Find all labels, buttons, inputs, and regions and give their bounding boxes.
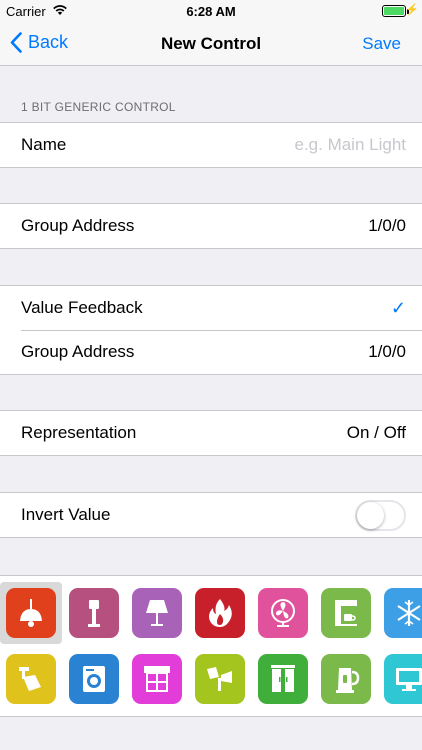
group-address-group: Group Address 1/0/0 xyxy=(0,203,422,249)
snowflake-icon[interactable] xyxy=(384,588,422,638)
battery-icon xyxy=(382,5,406,17)
table-lamp-icon[interactable] xyxy=(132,588,182,638)
charging-icon: ⚡ xyxy=(405,4,419,16)
feedback-group-address-value: 1/0/0 xyxy=(368,342,406,361)
back-label: Back xyxy=(28,32,69,52)
invert-label: Invert Value xyxy=(21,505,111,524)
invert-group: Invert Value xyxy=(0,492,422,538)
value-feedback-label: Value Feedback xyxy=(21,298,143,317)
status-bar: Carrier 6:28 AM ⚡ xyxy=(0,0,422,22)
street-lamp-icon[interactable] xyxy=(69,588,119,638)
representation-group: Representation On / Off xyxy=(0,410,422,456)
spotlight-icon[interactable] xyxy=(6,654,56,704)
feedback-group-address-label: Group Address xyxy=(21,342,135,361)
value-feedback-group: Value Feedback ✓ Group Address 1/0/0 xyxy=(0,285,422,375)
representation-value: On / Off xyxy=(346,423,406,442)
fire-icon[interactable] xyxy=(195,588,245,638)
back-button[interactable]: Back xyxy=(10,32,68,53)
save-button[interactable]: Save xyxy=(362,34,401,54)
name-row[interactable]: Name e.g. Main Light xyxy=(0,123,422,167)
wardrobe-icon[interactable] xyxy=(258,654,308,704)
clock: 6:28 AM xyxy=(186,4,236,19)
tv-icon[interactable] xyxy=(384,654,422,704)
name-group: Name e.g. Main Light xyxy=(0,122,422,168)
representation-row[interactable]: Representation On / Off xyxy=(0,411,422,455)
kettle-icon[interactable] xyxy=(321,654,371,704)
navigation-bar: Back New Control Save xyxy=(0,22,422,66)
section-header: 1 BIT GENERIC CONTROL xyxy=(21,100,176,114)
washing-machine-icon[interactable] xyxy=(69,654,119,704)
invert-toggle[interactable] xyxy=(355,499,406,531)
invert-row: Invert Value xyxy=(0,493,422,537)
wall-spotlight-icon[interactable] xyxy=(195,654,245,704)
group-address-value: 1/0/0 xyxy=(368,216,406,235)
awning-window-icon[interactable] xyxy=(132,654,182,704)
name-input[interactable]: e.g. Main Light xyxy=(294,135,406,155)
chevron-left-icon xyxy=(10,32,22,53)
name-label: Name xyxy=(21,135,67,154)
group-address-label: Group Address xyxy=(21,216,135,235)
value-feedback-row[interactable]: Value Feedback ✓ xyxy=(0,286,422,330)
ceiling-lamp-icon[interactable] xyxy=(6,588,56,638)
coffee-machine-icon[interactable] xyxy=(321,588,371,638)
icon-picker xyxy=(0,575,422,717)
feedback-group-address-row[interactable]: Group Address 1/0/0 xyxy=(0,330,422,374)
checkmark-icon: ✓ xyxy=(390,297,406,318)
group-address-row[interactable]: Group Address 1/0/0 xyxy=(0,204,422,248)
fan-icon[interactable] xyxy=(258,588,308,638)
representation-label: Representation xyxy=(21,423,137,442)
